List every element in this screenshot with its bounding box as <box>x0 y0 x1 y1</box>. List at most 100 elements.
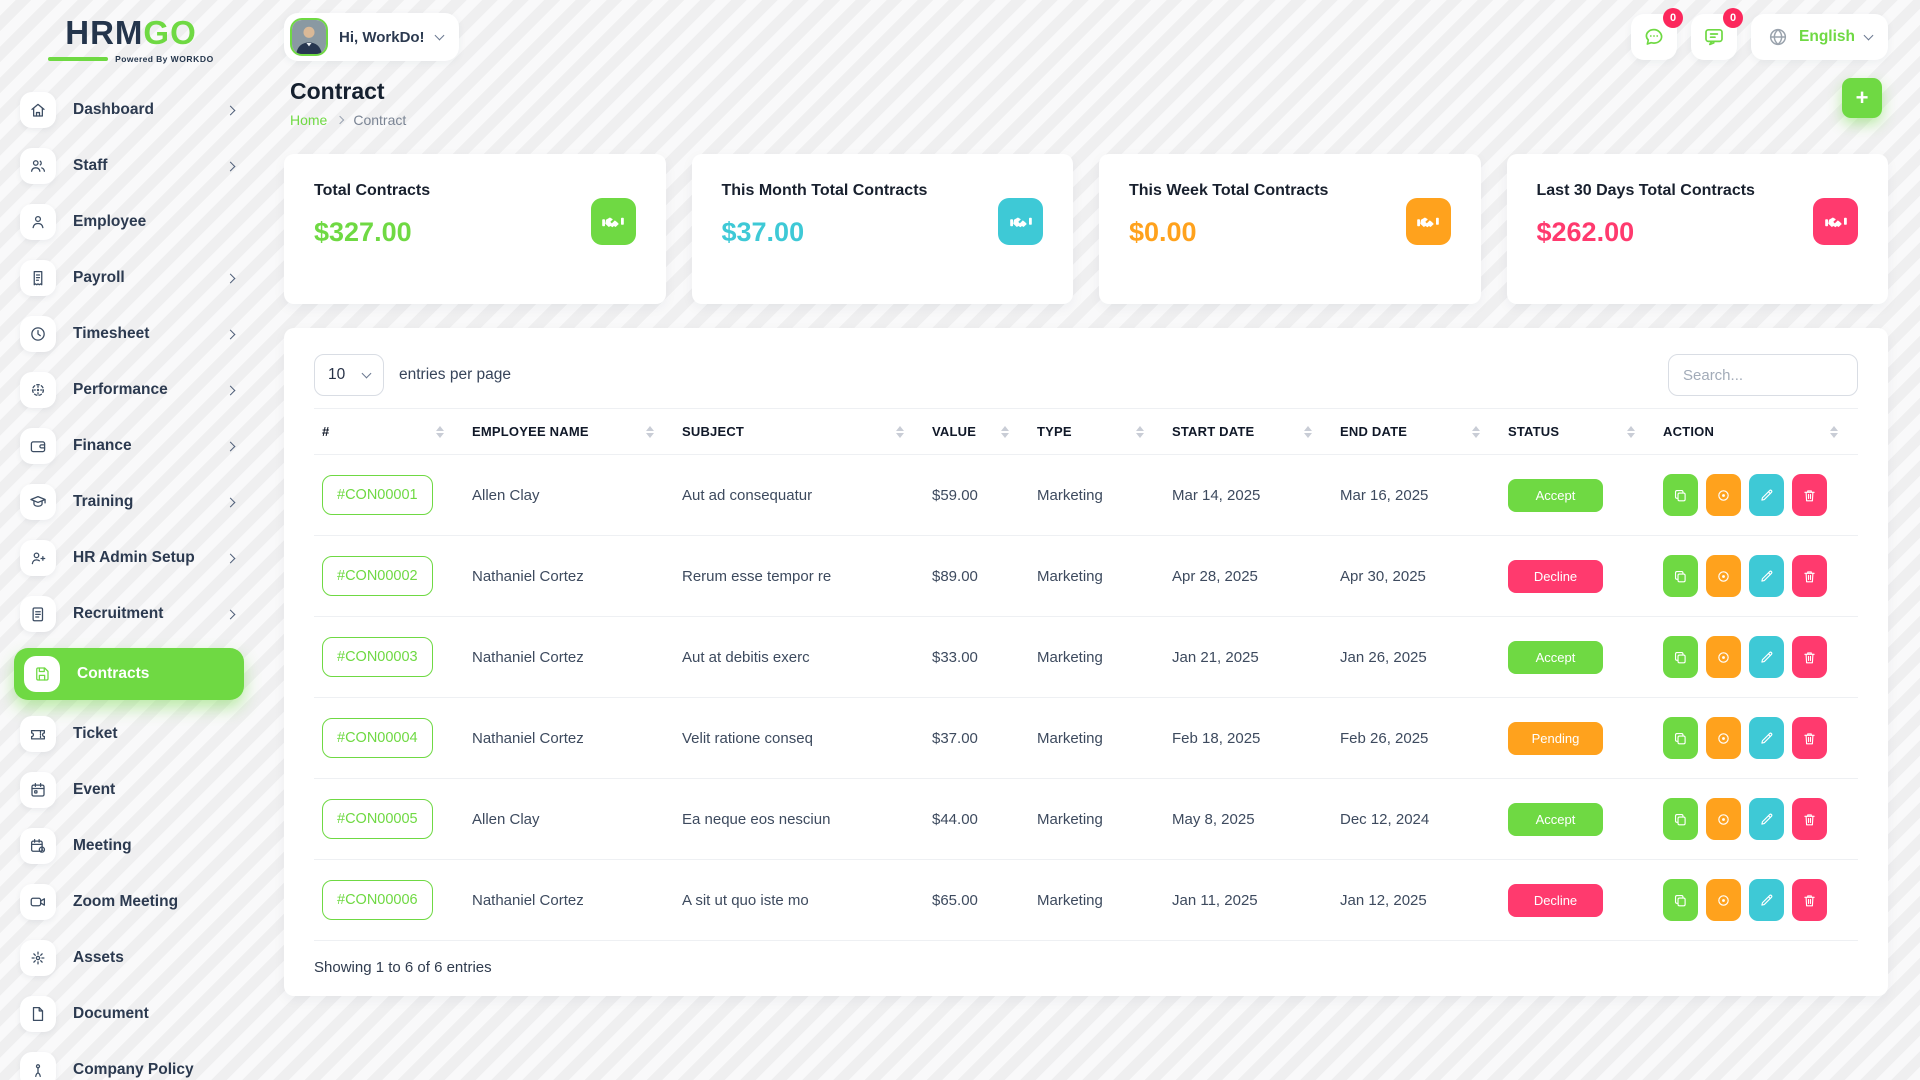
sidebar-item-payroll[interactable]: Payroll <box>20 256 238 300</box>
sidebar-item-zoom-meeting[interactable]: Zoom Meeting <box>20 880 238 924</box>
sidebar-item-performance[interactable]: Performance <box>20 368 238 412</box>
contract-id-badge[interactable]: #CON00003 <box>322 637 433 677</box>
view-button[interactable] <box>1706 474 1741 516</box>
employee-name-cell: Nathaniel Cortez <box>464 617 674 698</box>
breadcrumb-home-link[interactable]: Home <box>290 112 327 128</box>
sidebar-item-timesheet[interactable]: Timesheet <box>20 312 238 356</box>
language-selector[interactable]: English <box>1751 14 1888 60</box>
sidebar-item-training[interactable]: Training <box>20 480 238 524</box>
file-icon <box>20 996 56 1032</box>
start-date-cell: Mar 14, 2025 <box>1164 455 1332 536</box>
value-cell: $65.00 <box>924 860 1029 941</box>
view-button[interactable] <box>1706 798 1741 840</box>
sidebar-item-staff[interactable]: Staff <box>20 144 238 188</box>
edit-button[interactable] <box>1749 879 1784 921</box>
sidebar-item-employee[interactable]: Employee <box>20 200 238 244</box>
delete-button[interactable] <box>1792 798 1827 840</box>
edit-button[interactable] <box>1749 636 1784 678</box>
sidebar-item-dashboard[interactable]: Dashboard <box>20 88 238 132</box>
chevron-right-icon <box>336 116 344 124</box>
chevron-down-icon <box>1864 30 1874 40</box>
edit-button[interactable] <box>1749 555 1784 597</box>
contract-id-badge[interactable]: #CON00002 <box>322 556 433 596</box>
sidebar-item-recruitment[interactable]: Recruitment <box>20 592 238 636</box>
sidebar-item-meeting[interactable]: Meeting <box>20 824 238 868</box>
sidebar-item-ticket[interactable]: Ticket <box>20 712 238 756</box>
sidebar-item-assets[interactable]: Assets <box>20 936 238 980</box>
column-header-[interactable]: # <box>314 409 464 455</box>
eye-icon <box>1715 892 1732 909</box>
contract-id-badge[interactable]: #CON00004 <box>322 718 433 758</box>
brand-logo[interactable]: HRMGO Powered By WORKDO <box>0 16 262 64</box>
status-badge[interactable]: Accept <box>1508 641 1603 674</box>
column-header-type[interactable]: TYPE <box>1029 409 1164 455</box>
main-area: Hi, WorkDo! 0 0 English <box>262 0 1920 1080</box>
app-root: HRMGO Powered By WORKDO Dashboard Staff Em… <box>0 0 1920 1080</box>
sidebar-item-event[interactable]: Event <box>20 768 238 812</box>
sidebar-item-hr-admin-setup[interactable]: HR Admin Setup <box>20 536 238 580</box>
user-menu[interactable]: Hi, WorkDo! <box>284 13 459 61</box>
contract-id-badge[interactable]: #CON00001 <box>322 475 433 515</box>
contract-id-badge[interactable]: #CON00006 <box>322 880 433 920</box>
delete-button[interactable] <box>1792 879 1827 921</box>
trash-icon <box>1801 892 1818 909</box>
view-button[interactable] <box>1706 717 1741 759</box>
view-button[interactable] <box>1706 555 1741 597</box>
start-date-cell: May 8, 2025 <box>1164 779 1332 860</box>
notifications-button[interactable]: 0 <box>1691 14 1737 60</box>
sidebar-item-document[interactable]: Document <box>20 992 238 1036</box>
type-cell: Marketing <box>1029 455 1164 536</box>
copy-icon <box>1672 730 1689 747</box>
status-badge[interactable]: Decline <box>1508 884 1603 917</box>
status-badge[interactable]: Pending <box>1508 722 1603 755</box>
copy-button[interactable] <box>1663 717 1698 759</box>
chat-button[interactable]: 0 <box>1631 14 1677 60</box>
chat-badge: 0 <box>1663 8 1683 28</box>
sidebar-item-company-policy[interactable]: Company Policy <box>20 1048 238 1080</box>
column-header-value[interactable]: VALUE <box>924 409 1029 455</box>
person-icon <box>20 1052 56 1080</box>
column-header-end-date[interactable]: END DATE <box>1332 409 1500 455</box>
view-button[interactable] <box>1706 879 1741 921</box>
delete-button[interactable] <box>1792 474 1827 516</box>
graduation-icon <box>20 484 56 520</box>
status-badge[interactable]: Accept <box>1508 479 1603 512</box>
edit-button[interactable] <box>1749 474 1784 516</box>
pencil-icon <box>1758 487 1775 504</box>
user-plus-icon <box>20 540 56 576</box>
subject-cell: Aut ad consequatur <box>674 455 924 536</box>
sidebar-item-contracts[interactable]: Contracts <box>14 648 244 700</box>
contracts-table: #EMPLOYEE NAMESUBJECTVALUETYPESTART DATE… <box>314 408 1858 941</box>
row-actions <box>1663 717 1850 759</box>
status-badge[interactable]: Accept <box>1508 803 1603 836</box>
subject-cell: A sit ut quo iste mo <box>674 860 924 941</box>
delete-button[interactable] <box>1792 555 1827 597</box>
copy-button[interactable] <box>1663 555 1698 597</box>
table-controls: 10 entries per page <box>314 354 1858 396</box>
add-contract-button[interactable]: + <box>1842 78 1882 118</box>
view-button[interactable] <box>1706 636 1741 678</box>
column-header-employee-name[interactable]: EMPLOYEE NAME <box>464 409 674 455</box>
delete-button[interactable] <box>1792 636 1827 678</box>
delete-button[interactable] <box>1792 717 1827 759</box>
status-badge[interactable]: Decline <box>1508 560 1603 593</box>
column-header-status[interactable]: STATUS <box>1500 409 1655 455</box>
column-header-start-date[interactable]: START DATE <box>1164 409 1332 455</box>
scroll-icon <box>29 605 47 623</box>
sidebar-item-finance[interactable]: Finance <box>20 424 238 468</box>
column-header-action[interactable]: ACTION <box>1655 409 1858 455</box>
sidebar-item-label: Meeting <box>73 837 132 855</box>
copy-button[interactable] <box>1663 798 1698 840</box>
copy-button[interactable] <box>1663 474 1698 516</box>
copy-button[interactable] <box>1663 636 1698 678</box>
column-header-subject[interactable]: SUBJECT <box>674 409 924 455</box>
sidebar-item-label: Staff <box>73 157 107 175</box>
sidebar-item-label: Company Policy <box>73 1061 194 1079</box>
contract-id-badge[interactable]: #CON00005 <box>322 799 433 839</box>
edit-button[interactable] <box>1749 798 1784 840</box>
copy-button[interactable] <box>1663 879 1698 921</box>
edit-button[interactable] <box>1749 717 1784 759</box>
search-input[interactable] <box>1668 354 1858 396</box>
entries-per-page-select[interactable]: 10 <box>314 354 384 396</box>
sort-arrows-icon <box>1627 426 1635 438</box>
